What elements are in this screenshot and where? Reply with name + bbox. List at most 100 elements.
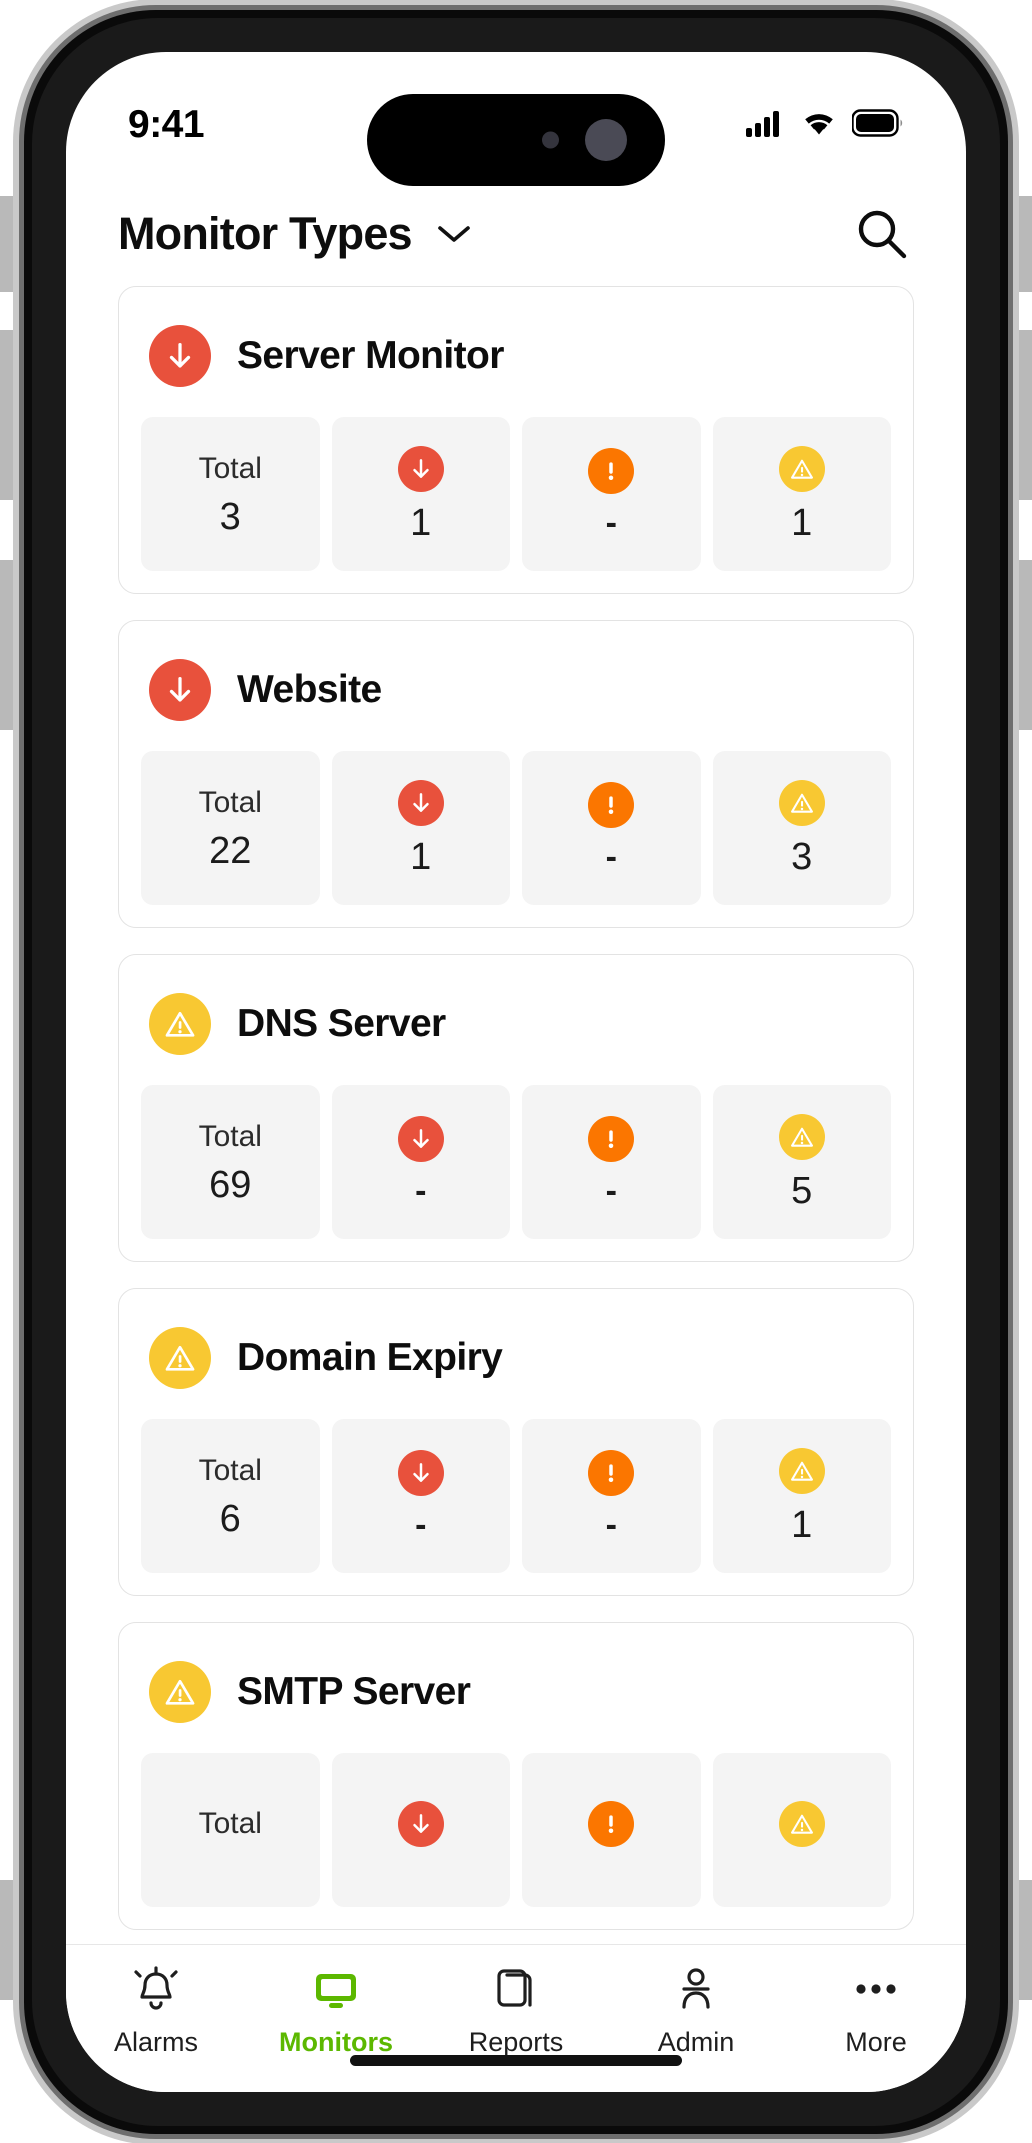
warning-triangle-circle-icon [149,1661,211,1723]
down-arrow-circle-icon [397,1801,444,1847]
stat-cell-warning[interactable]: 3 [712,751,891,905]
decor-rail [1006,196,1032,292]
stat-value: 22 [209,830,252,872]
warning-triangle-circle-icon [778,446,825,492]
stat-cell-trouble[interactable]: - [522,1419,701,1573]
tab-more[interactable]: More [786,1961,966,2058]
card-stats-row: Total 69 - - 5 [141,1085,891,1239]
down-arrow-circle-icon [397,1450,444,1496]
stat-value: 1 [410,502,432,544]
tab-reports[interactable]: Reports [426,1961,606,2058]
stat-cell-warning[interactable]: 1 [712,1419,891,1573]
stat-value: 6 [219,1498,241,1540]
monitor-types-list[interactable]: Server Monitor Total 3 1 - 1 Website Total 22 1 - 3… [66,286,966,1944]
stat-label: Total [198,1454,262,1487]
stat-value: 1 [410,836,432,878]
stat-value: - [605,838,617,876]
stat-cell-trouble[interactable] [522,1753,701,1907]
stat-cell-warning[interactable] [712,1753,891,1907]
chevron-down-icon[interactable] [434,214,474,254]
stat-cell-total[interactable]: Total 3 [141,417,320,571]
stat-cell-down[interactable]: - [331,1085,510,1239]
decor-rail [1006,330,1032,500]
warning-triangle-circle-icon [149,1327,211,1389]
stat-cell-trouble[interactable]: - [522,751,701,905]
stat-value: 1 [791,502,813,544]
monitor-type-card[interactable]: SMTP Server Total [118,1622,914,1930]
cellular-signal-icon [746,109,786,142]
down-arrow-circle-icon [149,659,211,721]
card-title: Domain Expiry [237,1336,503,1379]
card-title: SMTP Server [237,1670,471,1713]
stat-value: 1 [791,1504,813,1546]
stat-label: Total [198,1120,262,1153]
stat-value: - [605,504,617,542]
down-arrow-circle-icon [149,325,211,387]
tab-alarms[interactable]: Alarms [66,1961,246,2058]
app-header: Monitor Types [66,182,966,286]
stat-value: - [415,1172,427,1210]
decor-rail [0,330,26,500]
stat-cell-total[interactable]: Total 6 [141,1419,320,1573]
status-bar-time: 9:41 [128,103,205,146]
decor-rail [0,560,26,730]
card-stats-row: Total 3 1 - 1 [141,417,891,571]
card-header: DNS Server [141,979,891,1085]
card-stats-row: Total 6 - - 1 [141,1419,891,1573]
home-indicator[interactable] [350,2055,682,2066]
tab-label: Alarms [113,2027,198,2057]
exclamation-circle-icon [588,1450,635,1496]
warning-triangle-circle-icon [149,993,211,1055]
more-ellipsis-icon [850,1961,902,2017]
phone-screen: 9:41 Monitor Types Server Monitor Total … [66,52,966,2092]
stat-value: - [415,1506,427,1544]
stat-cell-warning[interactable]: 1 [712,417,891,571]
page-title: Monitor Types [118,208,413,259]
stat-cell-trouble[interactable]: - [522,417,701,571]
stat-cell-down[interactable]: - [331,1419,510,1573]
monitor-type-card[interactable]: Server Monitor Total 3 1 - 1 [118,286,914,594]
card-header: SMTP Server [141,1647,891,1753]
alarm-bell-icon [130,1961,182,2017]
warning-triangle-circle-icon [778,1114,825,1160]
decor-rail [0,1880,26,2000]
monitor-type-card[interactable]: Domain Expiry Total 6 - - 1 [118,1288,914,1596]
decor-rail [1006,1880,1032,2000]
tab-label: Monitors [279,2027,393,2057]
search-icon[interactable] [850,202,914,266]
page-title-group[interactable]: Monitor Types [118,208,474,260]
stat-value: 3 [791,836,813,878]
monitor-type-card[interactable]: Website Total 22 1 - 3 [118,620,914,928]
card-header: Server Monitor [141,311,891,417]
stat-label: Total [198,786,262,819]
card-title: DNS Server [237,1002,446,1045]
card-stats-row: Total 22 1 - 3 [141,751,891,905]
stat-cell-total[interactable]: Total 22 [141,751,320,905]
stat-cell-trouble[interactable]: - [522,1085,701,1239]
stat-cell-down[interactable] [331,1753,510,1907]
stat-cell-warning[interactable]: 5 [712,1085,891,1239]
decor-rail [0,196,26,292]
stat-cell-total[interactable]: Total 69 [141,1085,320,1239]
tab-label: Reports [468,2027,564,2057]
phone-bezel: 9:41 Monitor Types Server Monitor Total … [32,18,1000,2126]
tab-monitors[interactable]: Monitors [246,1961,426,2058]
stat-value: - [605,1172,617,1210]
stat-cell-down[interactable]: 1 [331,417,510,571]
admin-person-icon [670,1961,722,2017]
tab-admin[interactable]: Admin [606,1961,786,2058]
bottom-tab-bar: Alarms Monitors Reports Admin More [66,1944,966,2092]
warning-triangle-circle-icon [778,780,825,826]
stat-cell-total[interactable]: Total [141,1753,320,1907]
stat-cell-down[interactable]: 1 [331,751,510,905]
monitor-screen-icon [310,1961,362,2017]
tab-label: Admin [657,2027,735,2057]
stat-value: - [605,1506,617,1544]
down-arrow-circle-icon [397,446,444,492]
screenshot-root: 9:41 Monitor Types Server Monitor Total … [0,0,1032,2143]
card-title: Server Monitor [237,334,504,377]
warning-triangle-circle-icon [778,1801,825,1847]
monitor-type-card[interactable]: DNS Server Total 69 - - 5 [118,954,914,1262]
warning-triangle-circle-icon [778,1448,825,1494]
exclamation-circle-icon [588,448,635,494]
